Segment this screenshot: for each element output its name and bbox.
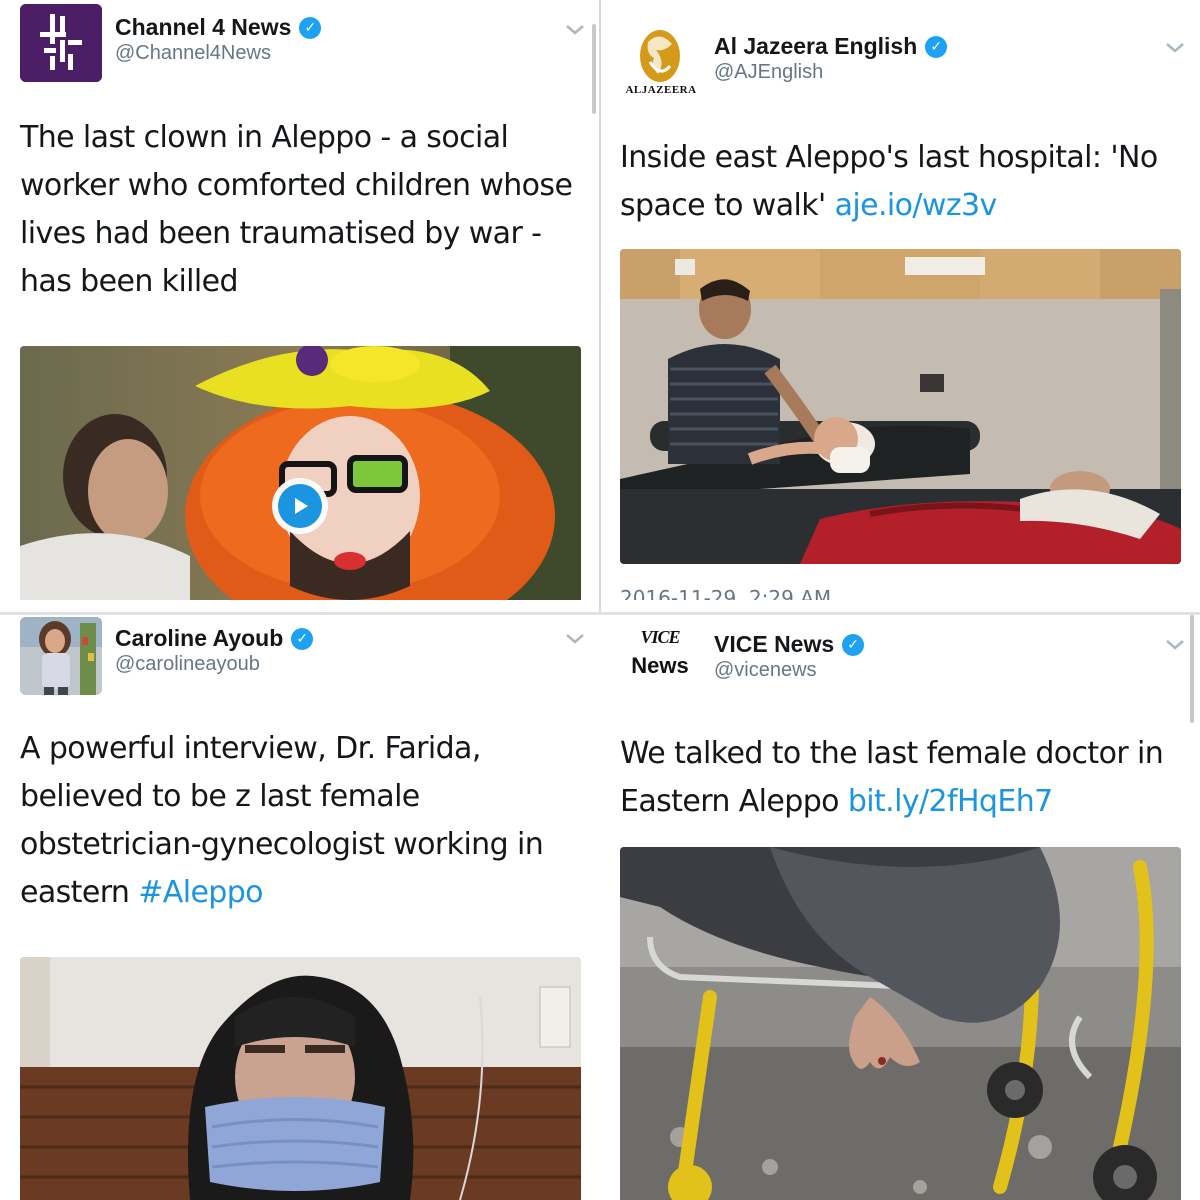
handle[interactable]: @Channel4News	[115, 42, 271, 65]
play-icon[interactable]	[286, 492, 314, 520]
tweet-photo[interactable]	[20, 957, 581, 1200]
channel4-logo-icon[interactable]	[20, 4, 102, 82]
avatar-caption-top: VICE	[640, 627, 680, 647]
chevron-down-icon[interactable]	[1160, 38, 1190, 58]
handle[interactable]: @AJEnglish	[714, 61, 823, 84]
chevron-down-icon[interactable]	[560, 20, 590, 40]
verified-badge-icon: ✓	[291, 627, 314, 650]
aljazeera-logo-icon[interactable]: ALJAZEERA	[620, 22, 702, 100]
handle[interactable]: @carolineayoub	[115, 653, 260, 676]
chevron-down-icon[interactable]	[560, 629, 590, 649]
verified-badge-icon: ✓	[299, 16, 322, 39]
display-name[interactable]: Channel 4 News	[115, 14, 291, 41]
display-name[interactable]: Al Jazeera English	[714, 33, 917, 60]
scrollbar[interactable]	[592, 24, 596, 114]
avatar[interactable]	[20, 617, 102, 695]
hashtag-link[interactable]: #Aleppo	[138, 875, 263, 910]
vice-news-logo-icon[interactable]: VICE News	[620, 623, 700, 685]
tweet-link[interactable]: aje.io/wz3v	[835, 188, 998, 223]
scrollbar[interactable]	[1190, 615, 1194, 723]
tweet-text: The last clown in Aleppo - a social work…	[20, 120, 573, 299]
tweet-photo[interactable]	[620, 847, 1181, 1200]
avatar-caption-bottom: News	[631, 653, 689, 678]
tweet-card-channel4[interactable]: Channel 4 News ✓ @Channel4News The last …	[0, 0, 600, 600]
tweet-photo[interactable]	[620, 249, 1181, 564]
chevron-down-icon[interactable]	[1160, 635, 1190, 655]
tweet-card-aljazeera[interactable]: ALJAZEERA Al Jazeera English ✓ @AJEnglis…	[600, 0, 1200, 600]
timestamp[interactable]: 2016-11-29, 2:29 AM	[620, 586, 831, 600]
verified-badge-icon: ✓	[842, 633, 865, 656]
tweet-text: A powerful interview, Dr. Farida, believ…	[20, 731, 544, 910]
handle[interactable]: @vicenews	[714, 659, 817, 682]
tweet-card-vice-news[interactable]: VICE News VICE News ✓ @vicenews We talke…	[600, 615, 1200, 1200]
tweet-card-caroline-ayoub[interactable]: Caroline Ayoub ✓ @carolineayoub A powerf…	[0, 615, 600, 1200]
verified-badge-icon: ✓	[925, 35, 948, 58]
tweet-video[interactable]	[20, 346, 581, 600]
avatar-caption: ALJAZEERA	[625, 84, 697, 96]
tweet-link[interactable]: bit.ly/2fHqEh7	[848, 784, 1053, 819]
display-name[interactable]: VICE News	[714, 631, 834, 658]
display-name[interactable]: Caroline Ayoub	[115, 625, 283, 652]
